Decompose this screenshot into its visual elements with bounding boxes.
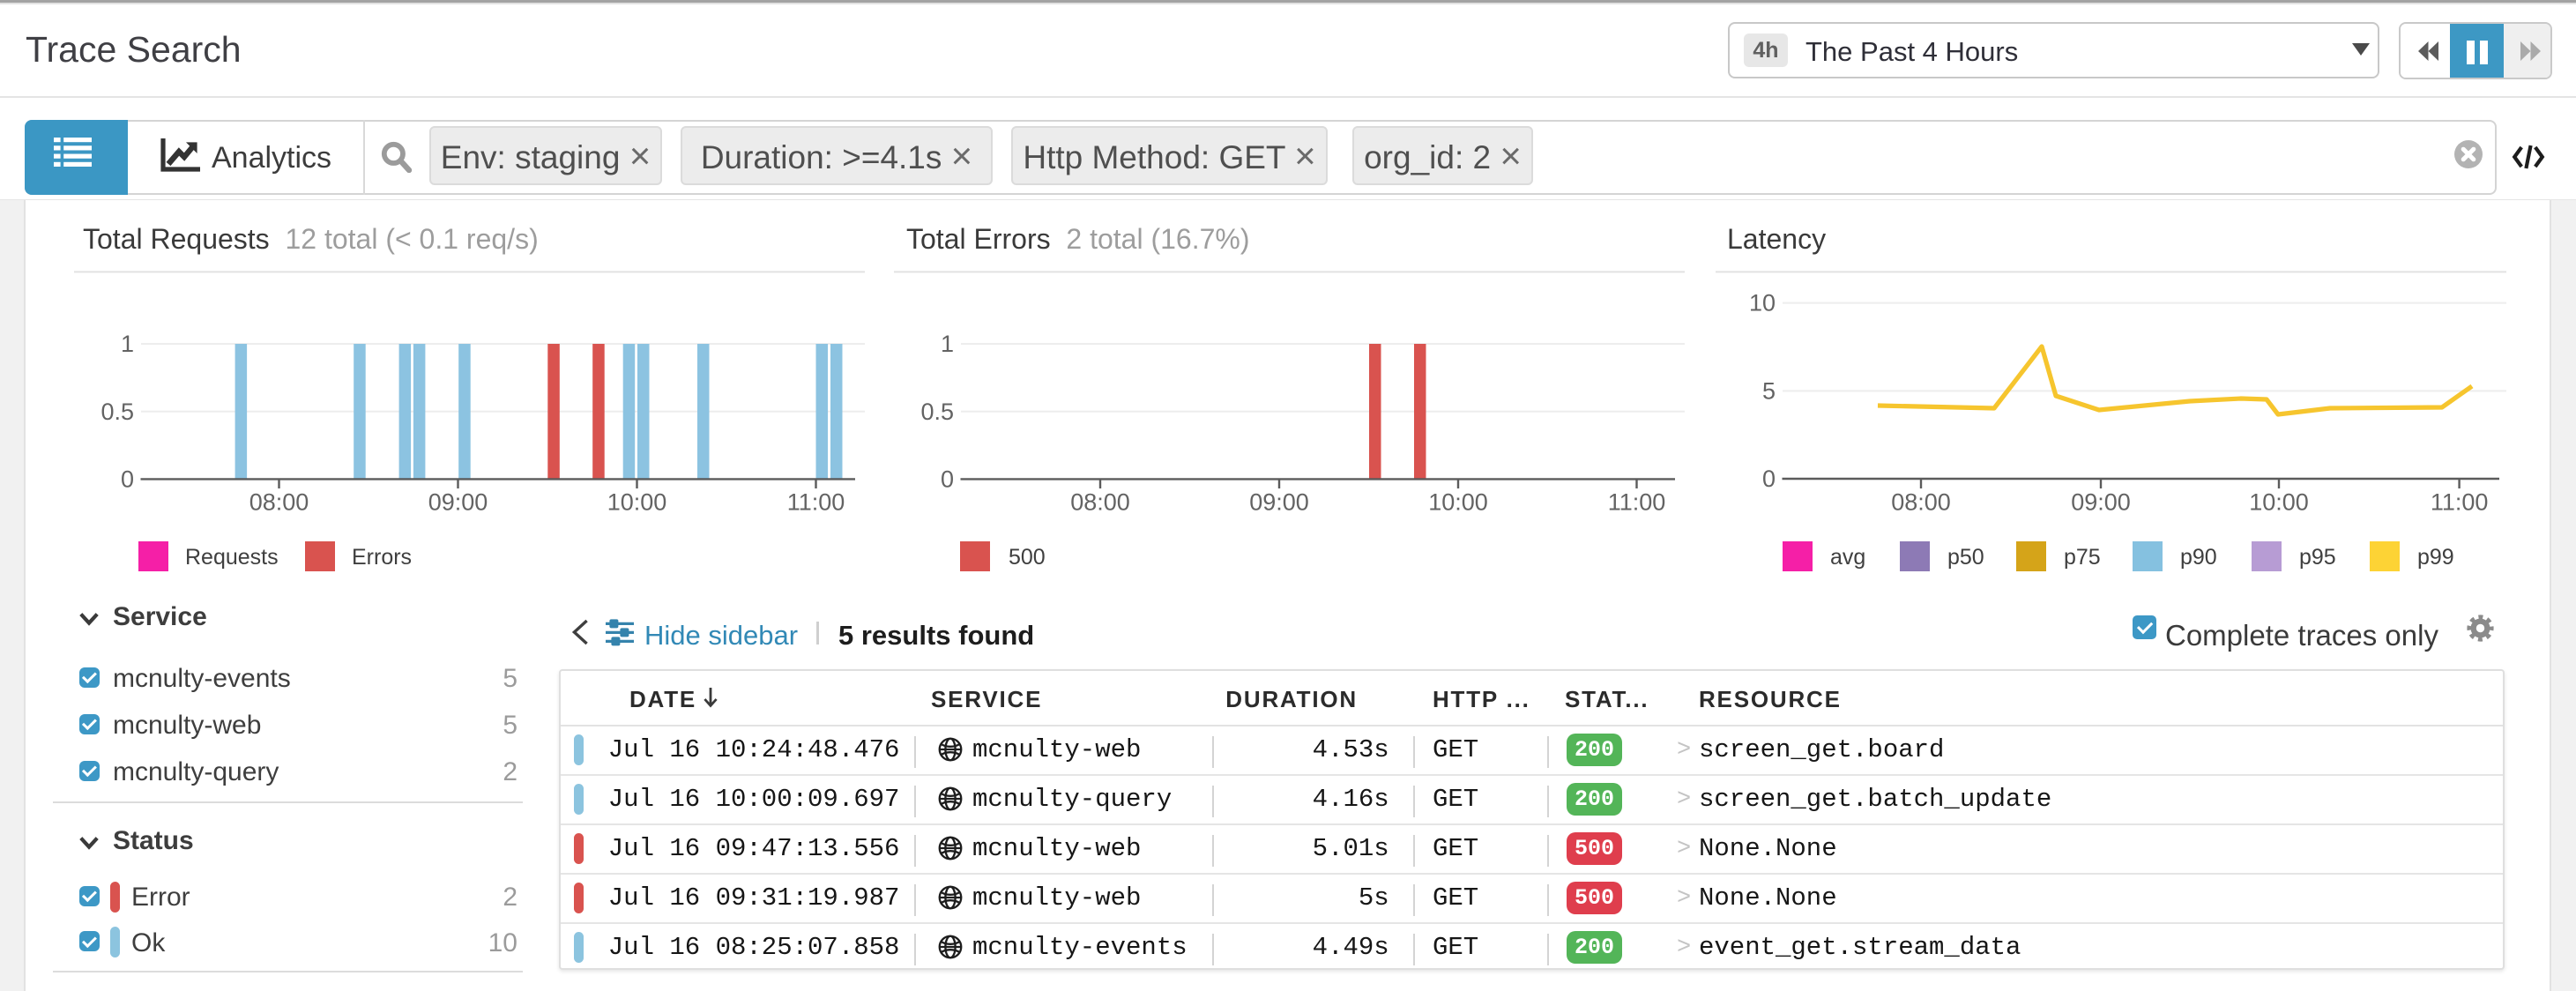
svg-text:p50: p50 — [1947, 545, 1984, 570]
svg-text:p95: p95 — [2299, 545, 2336, 570]
svg-text:08:00: 08:00 — [249, 489, 309, 516]
svg-text:5: 5 — [1762, 377, 1776, 404]
svg-text:08:00: 08:00 — [1070, 489, 1130, 516]
svg-text:Errors: Errors — [352, 545, 412, 570]
svg-text:10:00: 10:00 — [607, 489, 667, 516]
svg-text:p75: p75 — [2064, 545, 2101, 570]
svg-text:500: 500 — [1009, 545, 1046, 570]
svg-text:avg: avg — [1830, 545, 1865, 570]
svg-text:Requests: Requests — [185, 545, 279, 570]
svg-text:1: 1 — [121, 331, 134, 357]
svg-text:10:00: 10:00 — [1428, 489, 1488, 516]
svg-text:11:00: 11:00 — [787, 489, 845, 516]
svg-text:0.5: 0.5 — [101, 399, 134, 425]
svg-text:08:00: 08:00 — [1891, 489, 1951, 516]
svg-text:11:00: 11:00 — [2431, 489, 2489, 516]
svg-text:0: 0 — [1762, 466, 1776, 492]
svg-text:09:00: 09:00 — [428, 489, 488, 516]
svg-text:10:00: 10:00 — [2249, 489, 2309, 516]
svg-text:09:00: 09:00 — [2071, 489, 2131, 516]
svg-text:0: 0 — [941, 466, 954, 492]
svg-text:0: 0 — [121, 466, 134, 492]
svg-text:11:00: 11:00 — [1608, 489, 1666, 516]
svg-text:10: 10 — [1749, 290, 1776, 317]
svg-text:1: 1 — [941, 331, 954, 357]
svg-text:09:00: 09:00 — [1249, 489, 1309, 516]
svg-text:p90: p90 — [2180, 545, 2217, 570]
svg-text:p99: p99 — [2417, 545, 2454, 570]
svg-text:0.5: 0.5 — [920, 399, 954, 425]
